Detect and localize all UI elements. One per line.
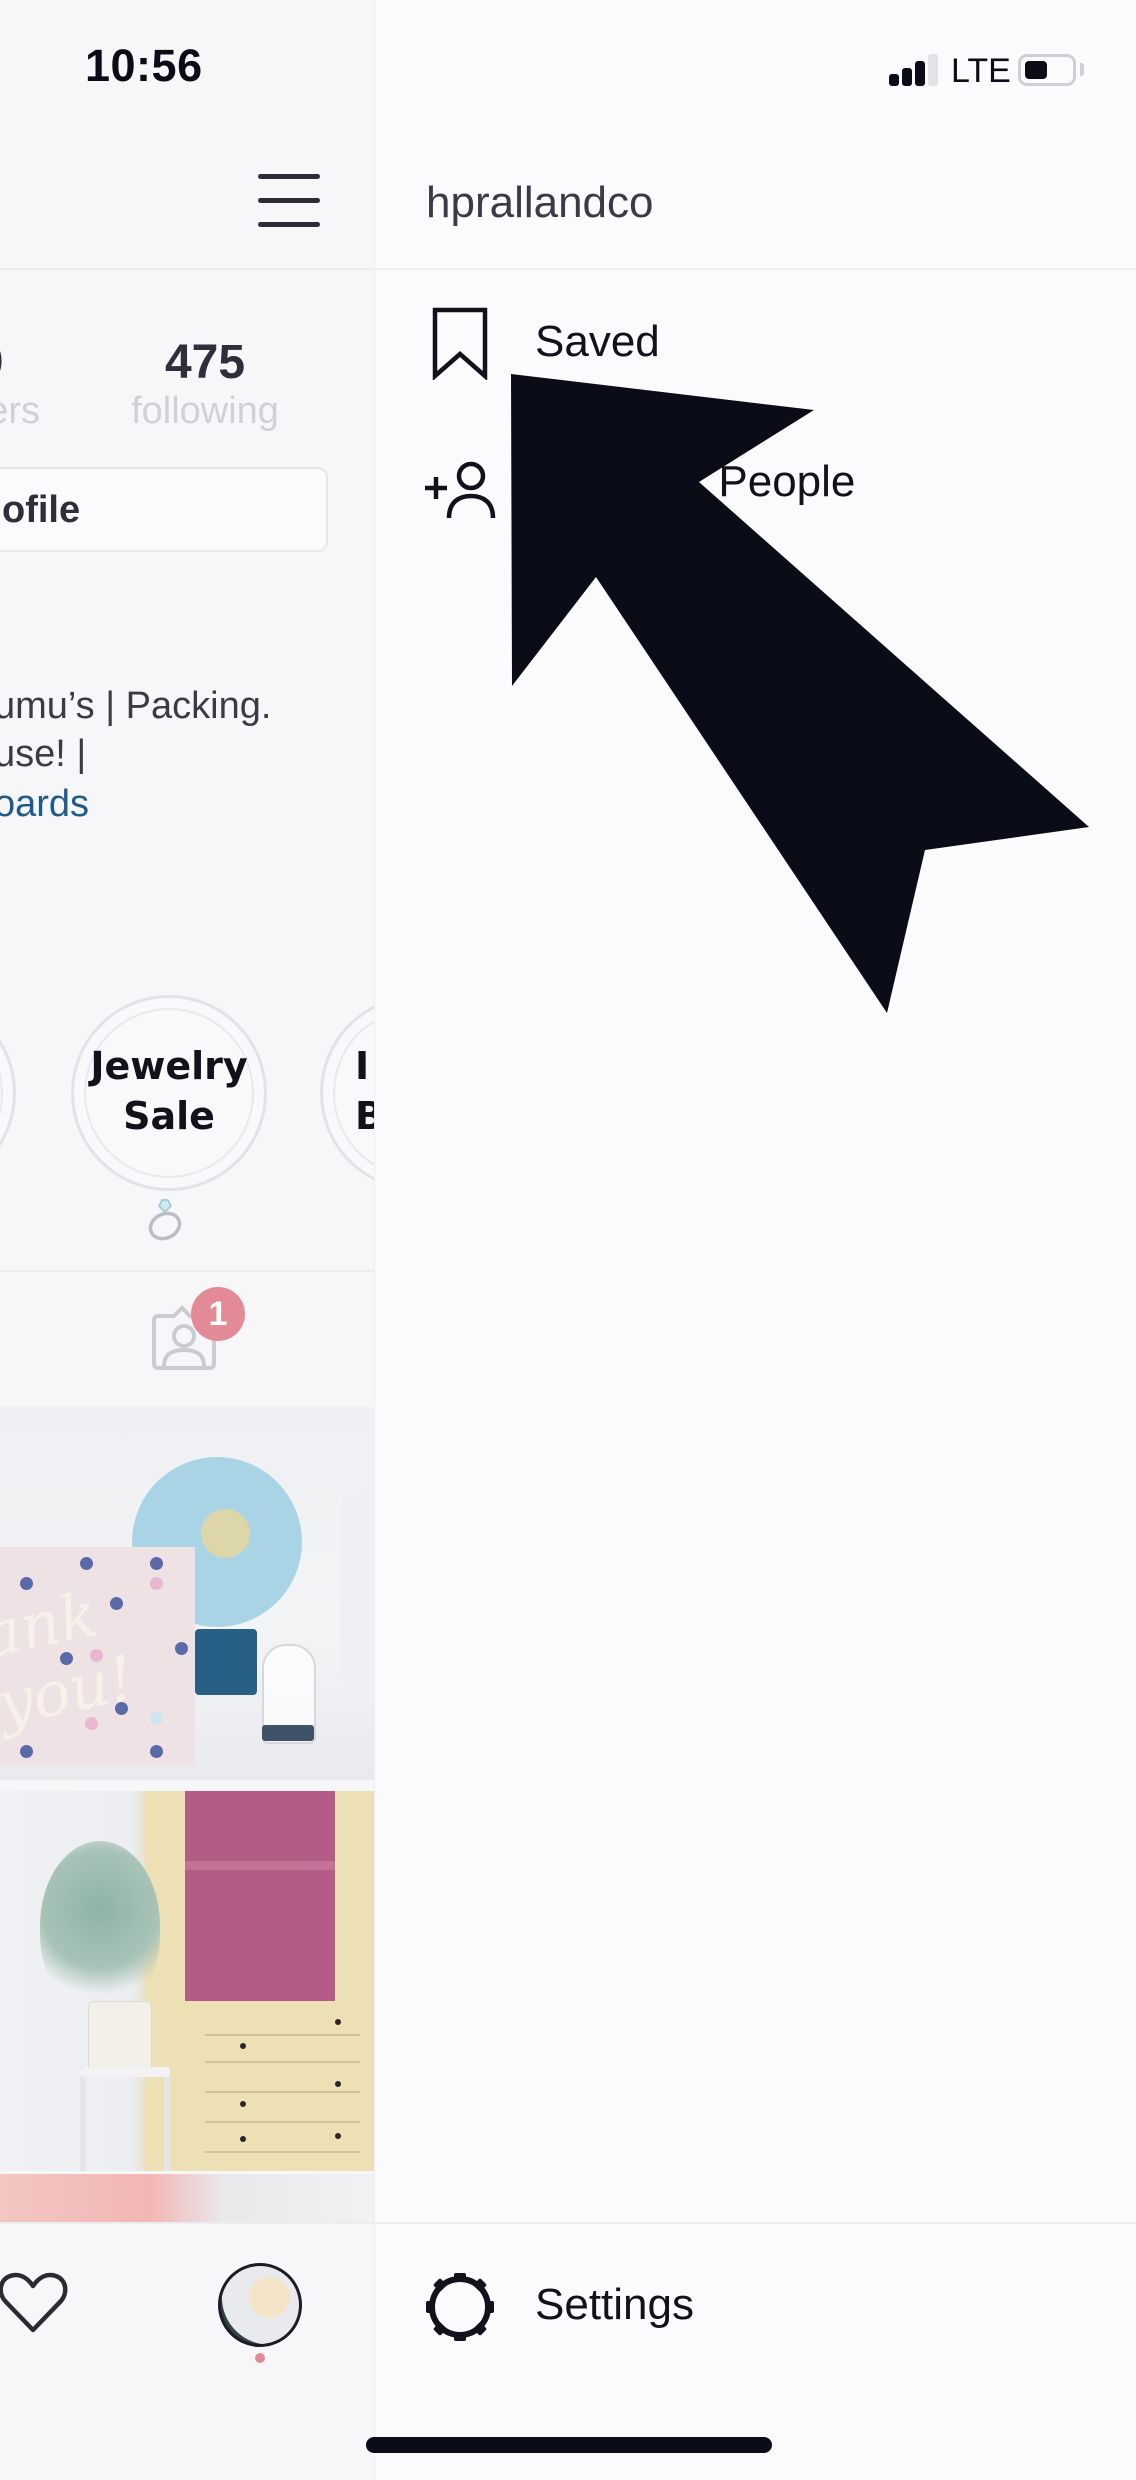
menu-item-label: Discover People: [535, 457, 856, 506]
globe-base-detail: [195, 1629, 257, 1695]
drawer-line: [205, 2091, 360, 2093]
highlight-title-line: Sale: [123, 1094, 215, 1138]
ring-emoji-label: [145, 1198, 185, 1252]
hamburger-menu-icon[interactable]: [258, 170, 322, 232]
battery-icon: [1018, 54, 1076, 86]
drawer-username: hprallandco: [426, 178, 654, 227]
drawer-knob: [240, 2101, 246, 2107]
home-indicator[interactable]: [366, 2437, 772, 2453]
header-divider: [0, 268, 374, 270]
followers-label[interactable]: ers: [0, 390, 40, 433]
drawer-header-divider: [375, 268, 1136, 270]
menu-item-label: Settings: [535, 2280, 694, 2329]
post-thumbnail[interactable]: [0, 2174, 374, 2222]
drawer-knob: [240, 2043, 246, 2049]
highlight-title-line: B: [355, 1091, 374, 1141]
add-person-icon: [421, 458, 501, 520]
bio-link[interactable]: oards: [0, 783, 89, 826]
heart-icon[interactable]: [0, 2268, 70, 2336]
drawer-line: [205, 2061, 360, 2063]
story-highlight[interactable]: I B: [320, 995, 374, 1191]
drawer-knob: [335, 2133, 341, 2139]
bio-line: use! |: [0, 733, 87, 775]
profile-avatar-tab[interactable]: [218, 2263, 302, 2347]
stool-image-detail: [80, 2067, 170, 2171]
menu-item-discover-people[interactable]: Discover People: [375, 430, 1136, 540]
status-time: 10:56: [85, 40, 203, 91]
bio-line: umu’s | Packing.: [0, 685, 272, 727]
drawer-knob: [335, 2019, 341, 2025]
highlight-title-line: I: [355, 1044, 370, 1088]
menu-item-label: Saved: [535, 317, 660, 366]
edit-profile-label: ofile: [2, 489, 81, 531]
drawer-knob: [335, 2081, 341, 2087]
following-label[interactable]: following: [110, 390, 300, 433]
tab-row-divider: [0, 1270, 374, 1272]
ring-icon: [148, 1199, 182, 1241]
drawer-line: [205, 2034, 360, 2036]
highlight-cover-text: I B: [355, 1041, 374, 1141]
notification-badge: 1: [191, 1287, 245, 1341]
highlight-cover-text: Jewelry Sale: [74, 1041, 264, 1141]
story-highlight[interactable]: [0, 995, 16, 1191]
notification-dot: [255, 2353, 265, 2363]
profile-panel: 9 ers 475 following ofile umu’s | Packin…: [0, 0, 375, 2480]
drawer-line: [205, 2121, 360, 2123]
followers-count[interactable]: 9: [0, 335, 40, 390]
thank-you-card-detail: ank you!: [0, 1547, 195, 1765]
battery-terminal: [1080, 63, 1084, 76]
network-type: LTE: [951, 52, 1011, 90]
gear-icon: [423, 2270, 497, 2344]
jar-base-detail: [262, 1725, 314, 1741]
following-count[interactable]: 475: [125, 335, 285, 390]
hutch-shelf-detail: [185, 1861, 335, 1870]
vase-image-detail: [340, 1487, 374, 1707]
menu-item-settings[interactable]: Settings: [375, 2250, 1136, 2360]
tab-bar-divider: [0, 2222, 374, 2224]
highlight-title-line: Jewelry: [90, 1044, 248, 1088]
hutch-shelves-detail: [185, 1791, 335, 2001]
battery-level: [1025, 61, 1047, 79]
crock-image-detail: [88, 2001, 152, 2073]
plant-image-detail: [40, 1841, 160, 2011]
edit-profile-button[interactable]: ofile: [0, 467, 328, 552]
story-highlight-jewelry-sale[interactable]: Jewelry Sale: [71, 995, 267, 1191]
cellular-signal-icon: [889, 54, 941, 86]
bookmark-icon: [431, 306, 489, 381]
post-thumbnail[interactable]: [0, 1791, 374, 2171]
drawer-footer-divider: [375, 2222, 1136, 2224]
post-thumbnail[interactable]: ank you!: [0, 1407, 374, 1780]
drawer-knob: [240, 2136, 246, 2142]
drawer-line: [205, 2151, 360, 2153]
menu-item-saved[interactable]: Saved: [375, 290, 1136, 400]
